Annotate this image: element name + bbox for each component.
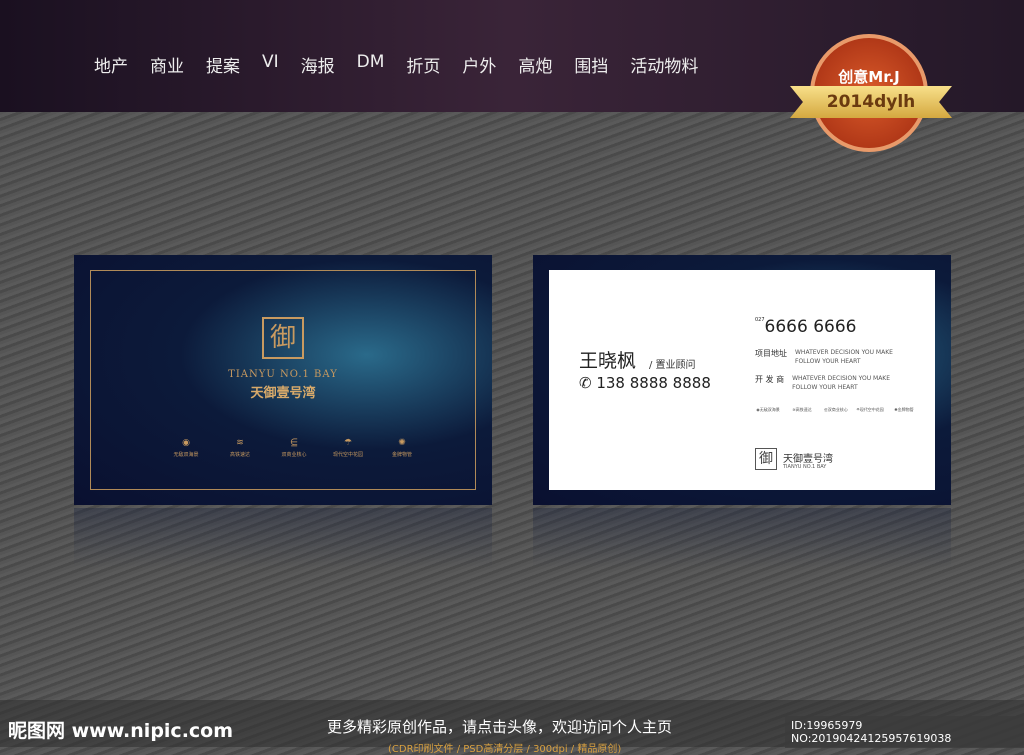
- footer-bar: 昵图网 www.nipic.com 更多精彩原创作品，请点击头像，欢迎访问个人主…: [0, 700, 1024, 755]
- feature-item: ✺金牌物管: [889, 407, 919, 413]
- brand-cn: 天御壹号湾: [250, 386, 316, 401]
- badge-title: 创意Mr.J: [838, 68, 900, 86]
- feature-list: ◉ 无敌双海景 ≋ 高铁速达 ⋸ 双商业核心 ☂ 现代空中花园 ✺ 金牌物管: [166, 438, 422, 458]
- developer-row: 开 发 商 WHATEVER DECISION YOU MAKE FOLLOW Y…: [755, 375, 891, 391]
- nav-item[interactable]: 高炮: [518, 52, 552, 77]
- contact-role: / 置业顾问: [649, 360, 696, 371]
- feature-label: 无敌双海景: [759, 407, 780, 412]
- brand-en-small: TIANYU NO.1 BAY: [783, 464, 827, 470]
- mobile-number: ✆ 138 8888 8888: [579, 374, 711, 392]
- nav-item[interactable]: 海报: [301, 52, 335, 77]
- feature-icon: ✺: [398, 438, 406, 448]
- feature-icon: ≋: [236, 438, 244, 448]
- feature-icon: ◉: [182, 438, 190, 448]
- feature-item: ✺ 金牌物管: [382, 438, 422, 458]
- brand-cn-small: 天御壹号湾: [783, 454, 833, 465]
- card-back-panel: 王晓枫 / 置业顾问 ✆ 138 8888 8888 0276666 6666 …: [549, 270, 935, 490]
- feature-label: 双商业核心: [281, 452, 307, 458]
- image-id: ID:19965979 NO:20190424125957619038: [785, 716, 1024, 748]
- nav-item[interactable]: 提案: [206, 52, 240, 77]
- feature-label: 无敌双海景: [173, 452, 199, 458]
- feature-item: ☂ 现代空中花园: [328, 438, 368, 458]
- feature-icon: ☂: [343, 438, 353, 448]
- phone-icon: ✆: [579, 374, 597, 392]
- tel-number: 0276666 6666: [755, 317, 857, 337]
- feature-label: 高铁速达: [229, 452, 250, 458]
- feature-item: ◉ 无敌双海景: [166, 438, 206, 458]
- nav-item[interactable]: 围挡: [574, 52, 608, 77]
- feature-label: 高铁速达: [795, 407, 812, 412]
- nav-item[interactable]: VI: [262, 52, 279, 77]
- contact-name: 王晓枫: [579, 350, 637, 372]
- feature-item: ≋高铁速达: [787, 407, 817, 413]
- card-front: 御 TIANYU NO.1 BAY 天御壹号湾 ◉ 无敌双海景 ≋ 高铁速达 ⋸ 双商业核…: [74, 255, 492, 505]
- brand-en: TIANYU NO.1 BAY: [228, 369, 338, 380]
- footer-message: 更多精彩原创作品，请点击头像，欢迎访问个人主页: [327, 718, 673, 736]
- nav-item[interactable]: 活动物料: [630, 52, 698, 77]
- feature-item: ◉无敌双海景: [753, 407, 783, 413]
- feature-label: 金牌物管: [391, 452, 412, 458]
- nav-item[interactable]: 户外: [462, 52, 496, 77]
- card-back-reflection: [533, 508, 951, 568]
- feature-label: 双商业核心: [827, 407, 848, 412]
- card-front-reflection: [74, 508, 492, 568]
- address-row: 项目地址 WHATEVER DECISION YOU MAKE FOLLOW YO…: [755, 349, 893, 365]
- watermark[interactable]: 昵图网 www.nipic.com: [8, 716, 233, 743]
- feature-label: 现代空中花园: [332, 452, 363, 458]
- feature-item: ⋸ 双商业核心: [274, 438, 314, 458]
- badge-ribbon: 2014dylh: [790, 86, 952, 118]
- category-nav: 地产 商业 提案 VI 海报 DM 折页 户外 高炮 围挡 活动物料: [94, 52, 698, 77]
- nav-item[interactable]: 折页: [406, 52, 440, 77]
- feature-label: 现代空中花园: [859, 407, 884, 412]
- brand-logo-small: 御: [755, 448, 777, 470]
- footer-sub: (CDR印刷文件 / PSD高清分层 / 300dpi / 精品原创): [388, 744, 622, 755]
- card-back: 王晓枫 / 置业顾问 ✆ 138 8888 8888 0276666 6666 …: [533, 255, 951, 505]
- feature-item: ≋ 高铁速达: [220, 438, 260, 458]
- feature-label: 金牌物管: [897, 407, 914, 412]
- nav-item[interactable]: DM: [357, 52, 385, 77]
- feature-item: ⋸双商业核心: [821, 407, 851, 413]
- feature-item: ☂现代空中花园: [855, 407, 885, 413]
- feature-icon: ⋸: [290, 438, 298, 448]
- nav-item[interactable]: 地产: [94, 52, 128, 77]
- feature-list-small: ◉无敌双海景 ≋高铁速达 ⋸双商业核心 ☂现代空中花园 ✺金牌物管: [753, 407, 919, 413]
- brand-logo: 御: [262, 317, 304, 359]
- nav-item[interactable]: 商业: [150, 52, 184, 77]
